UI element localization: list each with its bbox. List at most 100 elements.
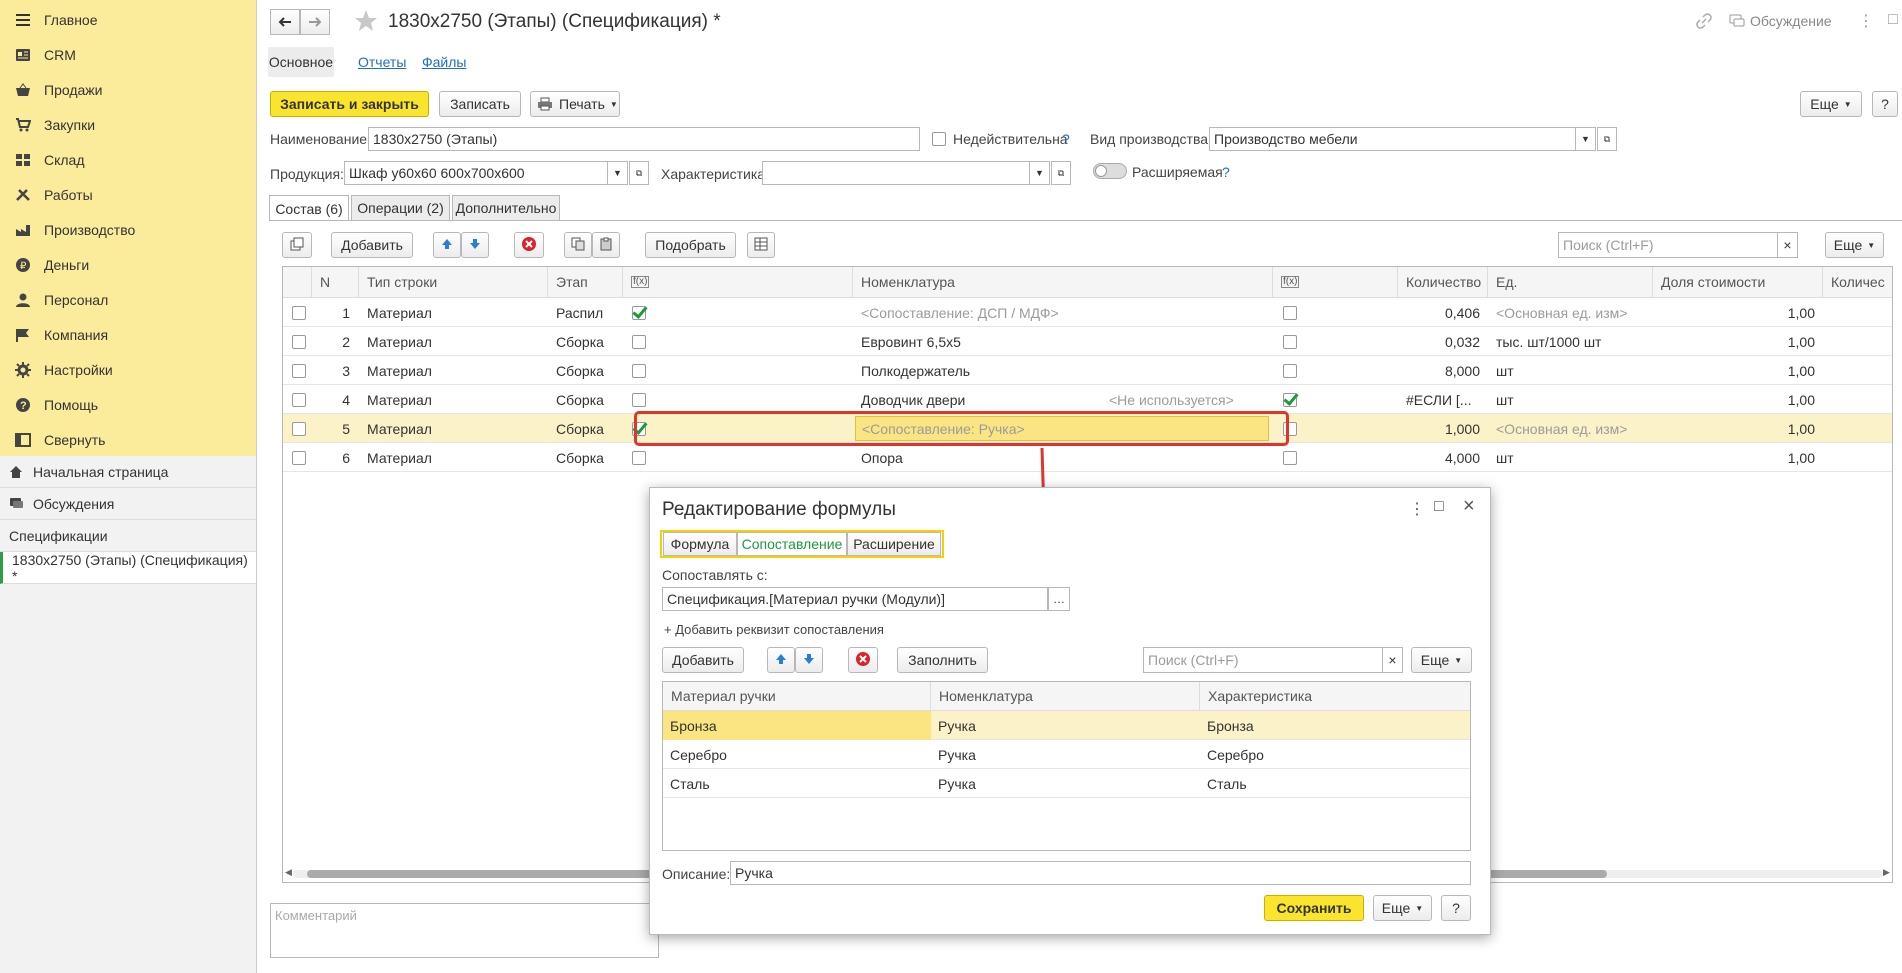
name-field[interactable]: 1830х2750 (Этапы) <box>368 127 920 151</box>
row-select-cell[interactable] <box>292 385 312 414</box>
header-cost-share[interactable]: Доля стоимости <box>1653 267 1823 298</box>
row-checkbox[interactable] <box>292 421 306 436</box>
prod-type-open[interactable]: ⧉ <box>1597 127 1617 151</box>
matching-row[interactable]: Сталь Ручка Сталь <box>663 769 1470 798</box>
row-select-cell[interactable] <box>292 327 312 356</box>
dialog-move-down-button[interactable] <box>795 647 823 673</box>
tab-files[interactable]: Файлы <box>422 54 466 70</box>
section-item[interactable]: ₽ Деньги <box>0 247 256 282</box>
maximize-icon[interactable]: □ <box>1434 498 1444 516</box>
cell-formula-2[interactable] <box>1283 298 1303 327</box>
tab-operations[interactable]: Операции (2) <box>351 195 450 221</box>
row-checkbox[interactable] <box>292 450 306 465</box>
help-button[interactable]: ? <box>1872 91 1898 117</box>
scroll-left-icon[interactable]: ◀ <box>285 867 292 878</box>
dialog-search-input[interactable]: Поиск (Ctrl+F) <box>1143 647 1383 673</box>
section-item[interactable]: Персонал <box>0 282 256 317</box>
cell-formula-1[interactable] <box>632 298 652 327</box>
cell-nomenclature[interactable]: Полкодержатель <box>861 356 1091 385</box>
formula-checkbox[interactable] <box>1283 392 1297 407</box>
header-quantity[interactable]: Количество <box>1398 267 1488 298</box>
header-n[interactable]: N <box>312 267 359 298</box>
product-dropdown[interactable]: ▼ <box>608 161 628 185</box>
matching-row[interactable]: Бронза Ручка Бронза <box>663 711 1470 740</box>
table-more-button[interactable]: Еще ▼ <box>1825 232 1884 258</box>
copy-window-button[interactable] <box>282 232 312 258</box>
excel-button[interactable] <box>747 232 775 258</box>
expand-icon[interactable]: □ <box>1888 11 1898 29</box>
dialog-add-button[interactable]: Добавить <box>662 647 744 673</box>
copy-button[interactable] <box>564 232 592 258</box>
char-open[interactable]: ⧉ <box>1051 161 1071 185</box>
section-item[interactable]: Главное <box>0 2 256 37</box>
dialog-tab-formula[interactable]: Формула <box>663 532 737 556</box>
paste-button[interactable] <box>592 232 620 258</box>
row-checkbox[interactable] <box>292 363 306 378</box>
forward-button[interactable] <box>300 9 330 35</box>
add-row-button[interactable]: Добавить <box>331 232 413 258</box>
save-button[interactable]: Записать <box>439 91 521 117</box>
dialog-delete-button[interactable] <box>848 647 878 673</box>
table-search-input[interactable]: Поиск (Ctrl+F) <box>1558 232 1778 258</box>
dialog-more2-button[interactable]: Еще ▼ <box>1373 895 1432 921</box>
section-item[interactable]: Производство <box>0 212 256 247</box>
invalid-checkbox[interactable] <box>932 132 946 146</box>
delete-row-button[interactable] <box>514 232 544 258</box>
more-button[interactable]: Еще ▼ <box>1800 91 1862 117</box>
header-quantity-2[interactable]: Количес <box>1823 267 1892 298</box>
tab-additional[interactable]: Дополнительно <box>452 195 560 221</box>
tab-reports[interactable]: Отчеты <box>358 54 406 70</box>
open-window-item[interactable]: 1830х2750 (Этапы) (Спецификация) * <box>0 552 256 584</box>
formula-checkbox[interactable] <box>1283 450 1297 465</box>
header-formula-2[interactable]: f(x) <box>1273 267 1398 298</box>
scroll-right-icon[interactable]: ▶ <box>1883 867 1890 878</box>
tab-composition[interactable]: Состав (6) <box>269 195 349 221</box>
header-row-type[interactable]: Тип строки <box>359 267 548 298</box>
extendable-toggle[interactable] <box>1093 163 1127 179</box>
discussion-icon[interactable] <box>1729 13 1745 32</box>
star-icon[interactable] <box>354 9 378 36</box>
cell-nomenclature[interactable]: Доводчик двери <box>861 385 1091 414</box>
dialog-tab-extension[interactable]: Расширение <box>847 532 941 556</box>
cell-formula-1[interactable] <box>632 356 652 385</box>
move-up-button[interactable] <box>433 232 461 258</box>
table-row[interactable]: 2 Материал Сборка Евровинт 6,5х5 0,032 тыс. ш… <box>283 327 1892 356</box>
cell-formula-1[interactable] <box>632 385 652 414</box>
comment-field[interactable]: Комментарий <box>270 903 659 958</box>
dgrid-header-material[interactable]: Материал ручки <box>663 682 931 711</box>
table-row[interactable]: 4 Материал Сборка Доводчик двери <Не использ… <box>283 385 1892 414</box>
dialog-move-up-button[interactable] <box>767 647 795 673</box>
formula-checkbox[interactable] <box>632 305 646 320</box>
header-select[interactable] <box>283 267 312 298</box>
header-formula-1[interactable]: f(x) <box>623 267 853 298</box>
section-item[interactable]: Продажи <box>0 72 256 107</box>
more-vert-icon[interactable]: ⋮ <box>1858 11 1874 31</box>
cell-nomenclature[interactable]: Евровинт 6,5х5 <box>861 327 1091 356</box>
dgrid-header-characteristic[interactable]: Характеристика <box>1200 682 1470 711</box>
product-field[interactable]: Шкаф у60х60 600х700х600 <box>344 161 608 185</box>
row-select-cell[interactable] <box>292 298 312 327</box>
row-checkbox[interactable] <box>292 305 306 320</box>
row-checkbox[interactable] <box>292 392 306 407</box>
row-checkbox[interactable] <box>292 334 306 349</box>
help-q-invalid[interactable]: ? <box>1062 131 1070 147</box>
section-item[interactable]: Закупки <box>0 107 256 142</box>
clear-search-button[interactable]: × <box>1778 232 1798 258</box>
formula-checkbox[interactable] <box>632 392 646 407</box>
table-row[interactable]: 1 Материал Распил <Сопоставление: ДСП / МДФ… <box>283 298 1892 327</box>
formula-checkbox[interactable] <box>632 363 646 378</box>
formula-checkbox[interactable] <box>1283 334 1297 349</box>
table-row[interactable]: 6 Материал Сборка Опора 4,000 шт 1,00 <box>283 443 1892 472</box>
cell-formula-2[interactable] <box>1283 443 1303 472</box>
product-open[interactable]: ⧉ <box>629 161 649 185</box>
char-field[interactable] <box>762 161 1030 185</box>
prod-type-field[interactable]: Производство мебели <box>1209 127 1576 151</box>
cell-formula-2[interactable] <box>1283 327 1303 356</box>
move-down-button[interactable] <box>461 232 489 258</box>
back-button[interactable] <box>270 9 300 35</box>
dialog-clear-search[interactable]: × <box>1383 647 1403 673</box>
add-attr-link[interactable]: + Добавить реквизит сопоставления <box>664 622 884 637</box>
section-item[interactable]: Настройки <box>0 352 256 387</box>
section-item[interactable]: Склад <box>0 142 256 177</box>
row-select-cell[interactable] <box>292 443 312 472</box>
